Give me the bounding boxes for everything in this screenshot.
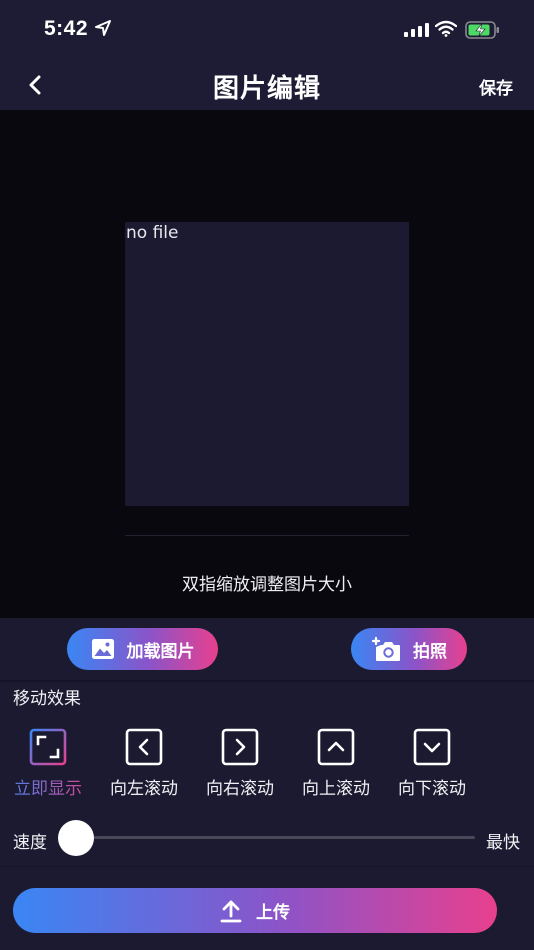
cellular-signal-icon: [404, 23, 429, 37]
effect-label: 向上滚动: [302, 779, 370, 799]
effects-title: 移动效果: [13, 689, 81, 709]
speed-slider-thumb[interactable]: [58, 820, 94, 856]
upload-label: 上传: [256, 903, 290, 923]
take-photo-label: 拍照: [413, 641, 447, 662]
battery-charging-icon: [465, 21, 499, 39]
chevron-down-icon: [413, 728, 451, 766]
show-instantly-icon: [29, 728, 67, 766]
chevron-left-icon: [125, 728, 163, 766]
divider: [125, 535, 409, 536]
image-preview[interactable]: no file: [125, 222, 409, 506]
nav-bar: 图片编辑 保存: [0, 58, 534, 110]
location-arrow-icon: [95, 20, 111, 36]
zoom-hint: 双指缩放调整图片大小: [182, 575, 352, 595]
load-image-button[interactable]: 加载图片: [67, 628, 218, 670]
effect-label: 立即显示: [0, 774, 96, 799]
effect-scroll-left[interactable]: 向左滚动: [96, 728, 192, 799]
load-image-label: 加载图片: [126, 641, 195, 662]
speed-max-label: 最快: [486, 833, 520, 853]
take-photo-button[interactable]: 拍照: [351, 628, 467, 670]
page-title: 图片编辑: [212, 74, 321, 104]
actions-row: 加载图片 拍照: [0, 618, 534, 680]
upload-button[interactable]: 上传: [13, 888, 497, 933]
chevron-up-icon: [317, 728, 355, 766]
status-bar: 5:42: [0, 0, 534, 58]
section-divider: [0, 680, 534, 682]
image-canvas[interactable]: no file 双指缩放调整图片大小: [0, 110, 534, 618]
effect-label: 向下滚动: [398, 779, 466, 799]
no-file-placeholder: no file: [126, 223, 179, 243]
speed-slider-track[interactable]: [76, 836, 475, 839]
upload-icon: [220, 900, 242, 922]
camera-add-icon: [371, 636, 400, 661]
wifi-icon: [435, 20, 457, 37]
section-divider: [0, 810, 534, 811]
effect-label: 向右滚动: [206, 779, 274, 799]
effect-scroll-down[interactable]: 向下滚动: [384, 728, 480, 799]
effect-scroll-right[interactable]: 向右滚动: [192, 728, 288, 799]
image-icon: [91, 639, 114, 659]
effect-scroll-up[interactable]: 向上滚动: [288, 728, 384, 799]
status-time: 5:42: [44, 17, 89, 40]
effect-label: 向左滚动: [110, 779, 178, 799]
section-divider: [0, 866, 534, 867]
speed-label: 速度: [13, 833, 47, 853]
effect-show-instantly[interactable]: 立即显示: [0, 728, 96, 799]
chevron-right-icon: [221, 728, 259, 766]
save-button[interactable]: 保存: [479, 74, 513, 99]
